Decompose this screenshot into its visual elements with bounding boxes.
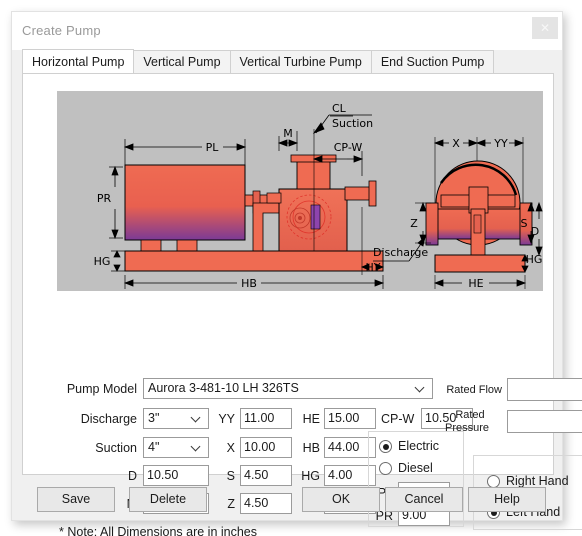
yy-label: YY: [218, 412, 235, 426]
svg-text:CL: CL: [332, 102, 347, 115]
rated-pressure-label-line2: Pressure: [444, 422, 490, 434]
tab-end-suction-pump[interactable]: End Suction Pump: [370, 50, 495, 73]
x-label: X: [226, 441, 235, 455]
svg-text:Discharge: Discharge: [373, 246, 428, 259]
svg-text:HB: HB: [241, 277, 257, 290]
help-button[interactable]: Help: [468, 487, 546, 512]
tab-label: Vertical Turbine Pump: [239, 55, 362, 69]
screen: Create Pump ✕ Horizontal Pump Vertical P…: [0, 0, 582, 536]
dialog-footer: Save Delete OK Cancel Help: [12, 475, 564, 522]
x-input[interactable]: 10.00: [240, 437, 292, 458]
rated-flow-label: Rated Flow: [446, 384, 502, 396]
tab-vertical-pump[interactable]: Vertical Pump: [133, 50, 231, 73]
radio-label: Electric: [398, 439, 439, 453]
he-input[interactable]: 15.00: [324, 408, 376, 429]
svg-text:HY: HY: [366, 261, 381, 274]
pump-model-select[interactable]: Aurora 3-481-10 LH 326TS: [143, 378, 433, 399]
rated-pressure-label-line1: Rated: [455, 409, 485, 421]
pump-diagram: PL PR HG HB M CP-W CL Suction HY Dischar…: [57, 91, 543, 291]
he-label: HE: [302, 412, 320, 426]
title-bar: Create Pump ✕: [12, 12, 562, 50]
svg-text:Z: Z: [410, 217, 418, 230]
page-title: Create Pump: [22, 23, 101, 38]
radio-dot: [379, 440, 392, 453]
tab-label: Vertical Pump: [143, 55, 221, 69]
svg-text:HE: HE: [468, 277, 483, 290]
tab-label: End Suction Pump: [380, 55, 485, 69]
svg-text:Suction: Suction: [332, 117, 373, 130]
svg-text:PL: PL: [206, 141, 220, 154]
discharge-label: Discharge: [80, 412, 137, 426]
discharge-select[interactable]: 3": [143, 408, 209, 429]
svg-text:X: X: [452, 137, 460, 150]
suction-value: 4": [148, 440, 160, 454]
yy-input[interactable]: 11.00: [240, 408, 292, 429]
chevron-down-icon: [192, 414, 201, 423]
pump-parameters-form: Pump Model Aurora 3-481-10 LH 326TS Disc…: [23, 299, 582, 536]
pump-model-value: Aurora 3-481-10 LH 326TS: [148, 381, 299, 395]
hb-label: HB: [302, 441, 320, 455]
tab-page-horizontal-pump: PL PR HG HB M CP-W CL Suction HY Dischar…: [22, 73, 582, 536]
discharge-value: 3": [148, 411, 160, 425]
svg-text:CP-W: CP-W: [334, 141, 363, 154]
svg-text:PR: PR: [97, 192, 112, 205]
radio-dot: [379, 462, 392, 475]
svg-text:M: M: [283, 127, 293, 140]
tab-strip: Horizontal Pump Vertical Pump Vertical T…: [22, 49, 554, 73]
svg-text:HG: HG: [94, 255, 111, 268]
save-button[interactable]: Save: [37, 487, 115, 512]
close-icon[interactable]: ✕: [532, 17, 558, 39]
svg-text:YY: YY: [493, 137, 508, 150]
chevron-down-icon: [192, 443, 201, 452]
tab-label: Horizontal Pump: [32, 54, 125, 69]
svg-text:D: D: [531, 225, 539, 238]
pump-model-label: Pump Model: [66, 382, 137, 396]
tab-vertical-turbine-pump[interactable]: Vertical Turbine Pump: [229, 50, 372, 73]
ok-button[interactable]: OK: [302, 487, 380, 512]
create-pump-dialog: Create Pump ✕ Horizontal Pump Vertical P…: [11, 11, 582, 536]
cancel-button[interactable]: Cancel: [385, 487, 463, 512]
dimensions-note: * Note: All Dimensions are in inches: [59, 525, 258, 536]
chevron-down-icon: [416, 384, 425, 393]
cpw-label: CP-W: [381, 412, 415, 426]
rated-flow-input[interactable]: [507, 378, 582, 401]
svg-text:S: S: [521, 217, 528, 230]
svg-text:HG: HG: [526, 253, 543, 266]
tab-horizontal-pump[interactable]: Horizontal Pump: [22, 49, 135, 73]
rated-pressure-input[interactable]: [507, 410, 582, 433]
suction-label: Suction: [95, 441, 137, 455]
radio-label: Diesel: [398, 461, 433, 475]
delete-button[interactable]: Delete: [129, 487, 207, 512]
suction-select[interactable]: 4": [143, 437, 209, 458]
